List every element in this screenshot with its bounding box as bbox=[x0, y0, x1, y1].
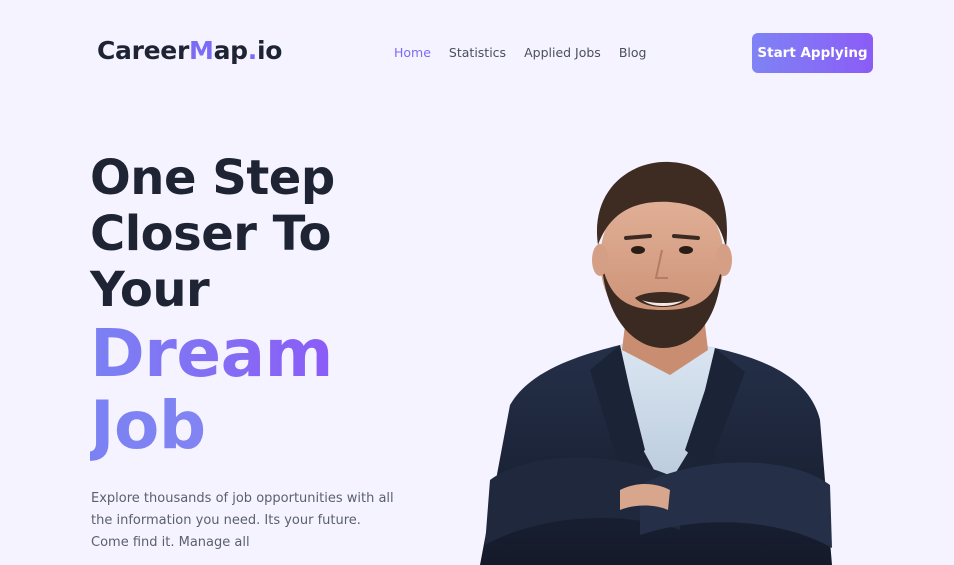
hero-title-highlight-job: Job bbox=[90, 390, 335, 462]
start-applying-button[interactable]: Start Applying bbox=[752, 33, 873, 73]
nav-item-statistics[interactable]: Statistics bbox=[449, 45, 506, 60]
nav-item-home[interactable]: Home bbox=[394, 45, 431, 60]
hero-title-line-1: One Step bbox=[90, 150, 335, 206]
logo-text-io: io bbox=[256, 36, 283, 65]
hero-description: Explore thousands of job opportunities w… bbox=[91, 491, 394, 550]
hero-title-line-3: Your bbox=[90, 262, 210, 318]
logo-text-dot: . bbox=[247, 36, 258, 65]
hero-title-line-2: Closer To bbox=[90, 206, 332, 262]
logo[interactable]: CareerMap.io bbox=[97, 36, 282, 65]
main-nav: Home Statistics Applied Jobs Blog bbox=[394, 45, 646, 60]
logo-text-career: Career bbox=[97, 36, 189, 65]
hero-title-highlight-dream: Dream bbox=[90, 315, 333, 392]
nav-item-applied-jobs[interactable]: Applied Jobs bbox=[524, 45, 601, 60]
logo-text-ap: ap bbox=[213, 36, 248, 65]
logo-text-m: M bbox=[189, 36, 214, 65]
hero-title: One Step Closer To Your Dream Job bbox=[90, 150, 335, 462]
nav-item-blog[interactable]: Blog bbox=[619, 45, 647, 60]
person-photo bbox=[480, 161, 832, 565]
